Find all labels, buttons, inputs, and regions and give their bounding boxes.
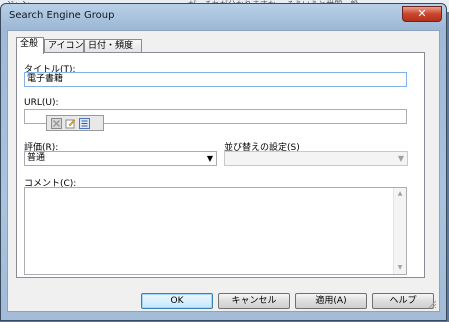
scroll-up-icon[interactable]: ▲	[394, 188, 406, 200]
chevron-down-icon: ▼	[397, 154, 404, 163]
close-button[interactable]: ✕	[402, 6, 442, 22]
list-icon[interactable]	[79, 118, 90, 129]
delete-icon[interactable]	[51, 118, 62, 129]
resize-grip-icon[interactable]	[427, 299, 437, 309]
close-icon: ✕	[417, 7, 427, 20]
window-title: Search Engine Group	[9, 10, 115, 21]
ok-button[interactable]: OK	[141, 293, 213, 309]
chevron-down-icon: ▼	[206, 154, 213, 163]
scroll-down-icon[interactable]: ▼	[394, 262, 406, 274]
tab-icon[interactable]: アイコン	[44, 39, 84, 53]
url-label: URL(U):	[24, 98, 59, 108]
url-helper-toolbar	[46, 115, 104, 131]
comment-scrollbar[interactable]: ▲ ▼	[393, 188, 406, 274]
dialog-window: Search Engine Group ✕ 全般 アイコン 日付・頻度 タイトル…	[0, 3, 447, 321]
edit-icon[interactable]	[65, 118, 76, 129]
cancel-button[interactable]: キャンセル	[218, 293, 290, 309]
apply-button[interactable]: 適用(A)	[295, 293, 367, 309]
comment-textarea[interactable]: ▲ ▼	[24, 187, 407, 275]
help-button[interactable]: ヘルプ	[372, 293, 434, 309]
title-input[interactable]: 電子書籍	[24, 72, 407, 87]
tab-general[interactable]: 全般	[16, 37, 44, 54]
general-tab-panel: タイトル(T): 電子書籍 URL(U): 評価(R): 普通 ▼ 並び替えの設…	[16, 52, 425, 278]
sort-dropdown[interactable]: ▼	[224, 151, 408, 166]
rating-dropdown[interactable]: 普通 ▼	[24, 151, 217, 166]
tab-date-frequency[interactable]: 日付・頻度	[84, 39, 142, 53]
rating-value: 普通	[27, 153, 46, 163]
dialog-client-area: 全般 アイコン 日付・頻度 タイトル(T): 電子書籍 URL(U): 評価(R…	[7, 30, 440, 312]
